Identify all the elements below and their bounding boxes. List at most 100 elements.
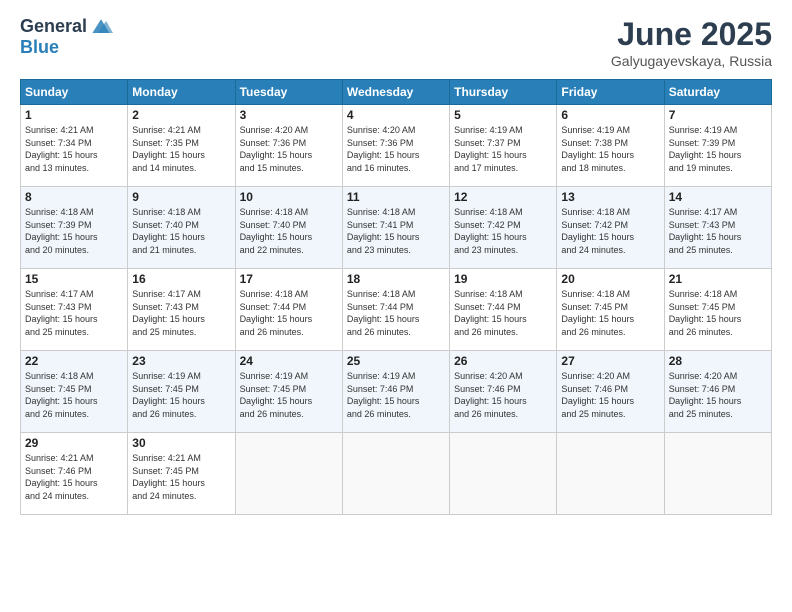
day-info: Sunrise: 4:18 AM Sunset: 7:40 PM Dayligh… <box>240 206 338 256</box>
day-number: 26 <box>454 354 552 368</box>
day-info: Sunrise: 4:20 AM Sunset: 7:46 PM Dayligh… <box>669 370 767 420</box>
calendar-table: Sunday Monday Tuesday Wednesday Thursday… <box>20 79 772 515</box>
col-monday: Monday <box>128 80 235 105</box>
day-number: 4 <box>347 108 445 122</box>
logo-blue: Blue <box>20 37 59 58</box>
day-number: 21 <box>669 272 767 286</box>
calendar-week-4: 22Sunrise: 4:18 AM Sunset: 7:45 PM Dayli… <box>21 351 772 433</box>
day-info: Sunrise: 4:18 AM Sunset: 7:42 PM Dayligh… <box>561 206 659 256</box>
logo: General Blue <box>20 16 113 58</box>
col-thursday: Thursday <box>450 80 557 105</box>
day-number: 6 <box>561 108 659 122</box>
page: General Blue June 2025 Galyugayevskaya, … <box>0 0 792 612</box>
day-info: Sunrise: 4:20 AM Sunset: 7:36 PM Dayligh… <box>240 124 338 174</box>
day-info: Sunrise: 4:19 AM Sunset: 7:45 PM Dayligh… <box>240 370 338 420</box>
col-friday: Friday <box>557 80 664 105</box>
calendar-cell: 25 Sunrise: 4:19 AM Sunset: 7:46 PM Dayli… <box>342 351 449 433</box>
header: General Blue June 2025 Galyugayevskaya, … <box>20 16 772 69</box>
day-number: 5 <box>454 108 552 122</box>
day-info: Sunrise: 4:18 AM Sunset: 7:39 PM Dayligh… <box>25 206 123 256</box>
day-info: Sunrise: 4:21 AM Sunset: 7:45 PM Dayligh… <box>132 452 230 502</box>
day-number: 28 <box>669 354 767 368</box>
day-info: Sunrise: 4:19 AM Sunset: 7:38 PM Dayligh… <box>561 124 659 174</box>
calendar-week-5: 29 Sunrise: 4:21 AM Sunset: 7:46 PM Dayli… <box>21 433 772 515</box>
day-info: Sunrise: 4:18 AM Sunset: 7:45 PM Dayligh… <box>669 288 767 338</box>
calendar-cell: 27 Sunrise: 4:20 AM Sunset: 7:46 PM Dayli… <box>557 351 664 433</box>
header-row: Sunday Monday Tuesday Wednesday Thursday… <box>21 80 772 105</box>
day-number: 27 <box>561 354 659 368</box>
calendar-cell: 17 Sunrise: 4:18 AM Sunset: 7:44 PM Dayli… <box>235 269 342 351</box>
day-number: 13 <box>561 190 659 204</box>
calendar-cell: 6 Sunrise: 4:19 AM Sunset: 7:38 PM Daylig… <box>557 105 664 187</box>
calendar-cell: 9 Sunrise: 4:18 AM Sunset: 7:40 PM Daylig… <box>128 187 235 269</box>
logo-general: General <box>20 16 87 37</box>
calendar-cell: 21 Sunrise: 4:18 AM Sunset: 7:45 PM Dayli… <box>664 269 771 351</box>
day-info: Sunrise: 4:17 AM Sunset: 7:43 PM Dayligh… <box>669 206 767 256</box>
calendar-cell: 13 Sunrise: 4:18 AM Sunset: 7:42 PM Dayli… <box>557 187 664 269</box>
day-info: Sunrise: 4:18 AM Sunset: 7:44 PM Dayligh… <box>240 288 338 338</box>
calendar-cell: 16 Sunrise: 4:17 AM Sunset: 7:43 PM Dayli… <box>128 269 235 351</box>
calendar-cell: 22Sunrise: 4:18 AM Sunset: 7:45 PM Dayli… <box>21 351 128 433</box>
day-number: 8 <box>25 190 123 204</box>
calendar-cell: 20 Sunrise: 4:18 AM Sunset: 7:45 PM Dayli… <box>557 269 664 351</box>
calendar-cell: 24Sunrise: 4:19 AM Sunset: 7:45 PM Dayli… <box>235 351 342 433</box>
day-info: Sunrise: 4:21 AM Sunset: 7:35 PM Dayligh… <box>132 124 230 174</box>
day-number: 29 <box>25 436 123 450</box>
calendar-cell: 7Sunrise: 4:19 AM Sunset: 7:39 PM Daylig… <box>664 105 771 187</box>
day-info: Sunrise: 4:19 AM Sunset: 7:45 PM Dayligh… <box>132 370 230 420</box>
day-info: Sunrise: 4:20 AM Sunset: 7:46 PM Dayligh… <box>561 370 659 420</box>
day-number: 9 <box>132 190 230 204</box>
day-number: 22 <box>25 354 123 368</box>
day-info: Sunrise: 4:18 AM Sunset: 7:44 PM Dayligh… <box>454 288 552 338</box>
calendar-cell: 26 Sunrise: 4:20 AM Sunset: 7:46 PM Dayli… <box>450 351 557 433</box>
calendar-cell: 30 Sunrise: 4:21 AM Sunset: 7:45 PM Dayli… <box>128 433 235 515</box>
calendar-cell: 12Sunrise: 4:18 AM Sunset: 7:42 PM Dayli… <box>450 187 557 269</box>
calendar-cell: 29 Sunrise: 4:21 AM Sunset: 7:46 PM Dayli… <box>21 433 128 515</box>
calendar-week-2: 8 Sunrise: 4:18 AM Sunset: 7:39 PM Daylig… <box>21 187 772 269</box>
calendar-cell: 8 Sunrise: 4:18 AM Sunset: 7:39 PM Daylig… <box>21 187 128 269</box>
day-info: Sunrise: 4:18 AM Sunset: 7:44 PM Dayligh… <box>347 288 445 338</box>
calendar-cell: 2 Sunrise: 4:21 AM Sunset: 7:35 PM Daylig… <box>128 105 235 187</box>
day-info: Sunrise: 4:21 AM Sunset: 7:46 PM Dayligh… <box>25 452 123 502</box>
day-info: Sunrise: 4:17 AM Sunset: 7:43 PM Dayligh… <box>132 288 230 338</box>
day-number: 15 <box>25 272 123 286</box>
calendar-cell: 3 Sunrise: 4:20 AM Sunset: 7:36 PM Daylig… <box>235 105 342 187</box>
calendar-cell: 23Sunrise: 4:19 AM Sunset: 7:45 PM Dayli… <box>128 351 235 433</box>
day-info: Sunrise: 4:17 AM Sunset: 7:43 PM Dayligh… <box>25 288 123 338</box>
calendar-cell: 10 Sunrise: 4:18 AM Sunset: 7:40 PM Dayli… <box>235 187 342 269</box>
calendar-cell: 11Sunrise: 4:18 AM Sunset: 7:41 PM Dayli… <box>342 187 449 269</box>
day-number: 18 <box>347 272 445 286</box>
day-number: 17 <box>240 272 338 286</box>
day-number: 19 <box>454 272 552 286</box>
day-info: Sunrise: 4:18 AM Sunset: 7:42 PM Dayligh… <box>454 206 552 256</box>
day-info: Sunrise: 4:20 AM Sunset: 7:36 PM Dayligh… <box>347 124 445 174</box>
calendar-cell <box>450 433 557 515</box>
day-info: Sunrise: 4:20 AM Sunset: 7:46 PM Dayligh… <box>454 370 552 420</box>
day-number: 30 <box>132 436 230 450</box>
calendar-cell <box>664 433 771 515</box>
day-number: 2 <box>132 108 230 122</box>
calendar-cell: 19 Sunrise: 4:18 AM Sunset: 7:44 PM Dayli… <box>450 269 557 351</box>
calendar-title: June 2025 <box>611 16 772 53</box>
day-number: 25 <box>347 354 445 368</box>
calendar-cell <box>342 433 449 515</box>
col-tuesday: Tuesday <box>235 80 342 105</box>
day-number: 7 <box>669 108 767 122</box>
calendar-week-3: 15 Sunrise: 4:17 AM Sunset: 7:43 PM Dayli… <box>21 269 772 351</box>
day-number: 3 <box>240 108 338 122</box>
calendar-week-1: 1Sunrise: 4:21 AM Sunset: 7:34 PM Daylig… <box>21 105 772 187</box>
day-info: Sunrise: 4:18 AM Sunset: 7:40 PM Dayligh… <box>132 206 230 256</box>
calendar-cell: 14 Sunrise: 4:17 AM Sunset: 7:43 PM Dayli… <box>664 187 771 269</box>
col-sunday: Sunday <box>21 80 128 105</box>
day-number: 11 <box>347 190 445 204</box>
calendar-subtitle: Galyugayevskaya, Russia <box>611 53 772 69</box>
day-number: 16 <box>132 272 230 286</box>
day-number: 10 <box>240 190 338 204</box>
col-saturday: Saturday <box>664 80 771 105</box>
day-number: 14 <box>669 190 767 204</box>
day-number: 1 <box>25 108 123 122</box>
day-info: Sunrise: 4:18 AM Sunset: 7:45 PM Dayligh… <box>561 288 659 338</box>
day-number: 20 <box>561 272 659 286</box>
logo-icon <box>89 17 113 37</box>
day-info: Sunrise: 4:19 AM Sunset: 7:46 PM Dayligh… <box>347 370 445 420</box>
